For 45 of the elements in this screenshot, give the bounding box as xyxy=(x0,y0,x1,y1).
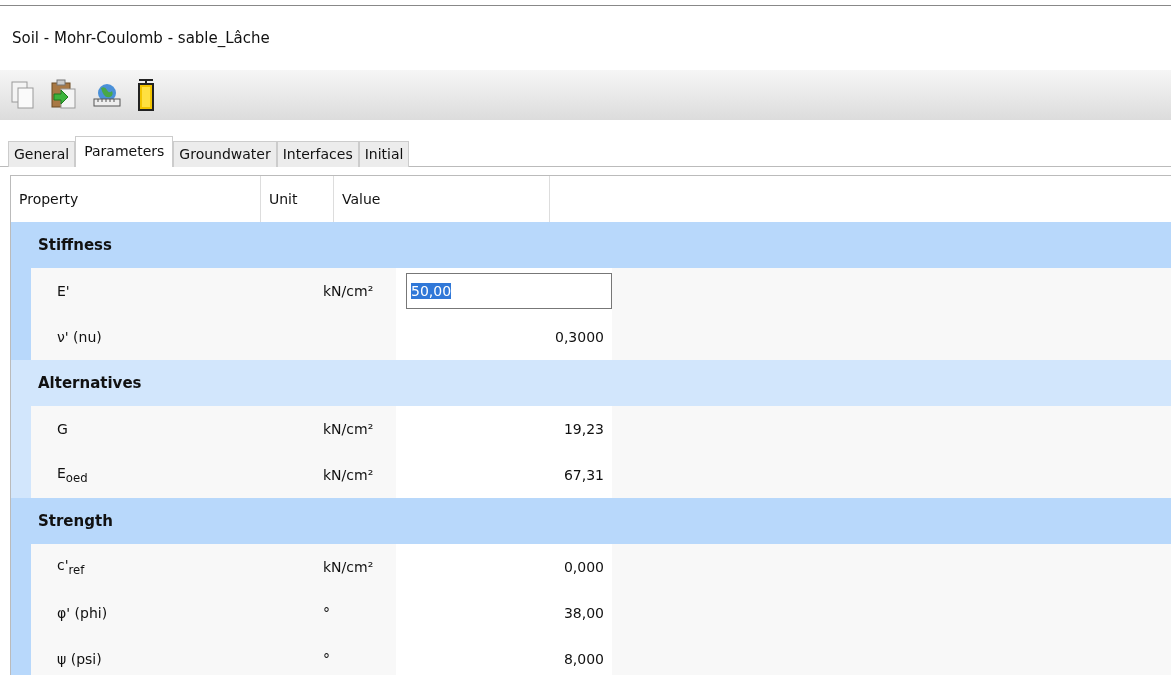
unit-cell-text: kN/cm² xyxy=(323,466,375,485)
tab[interactable]: Initial xyxy=(358,141,410,167)
cylinder-icon[interactable] xyxy=(136,78,156,112)
value-cell: 0,3000 xyxy=(396,314,612,360)
table-row[interactable]: ψ (psi) ° 8,000 xyxy=(11,636,1171,675)
table-row[interactable]: c'$_{ref}$ kN/cm² 0,000 xyxy=(11,544,1171,590)
tab[interactable]: General xyxy=(8,141,76,167)
table-row[interactable]: ν' (nu) 0,3000 xyxy=(11,314,1171,360)
group-title: Stiffness xyxy=(38,236,112,254)
value-cell: 0,000 xyxy=(396,544,612,590)
table-row[interactable]: E$_{oed}$ kN/cm² 67,31 xyxy=(11,452,1171,498)
property-cell-text: ν' (nu) xyxy=(56,328,103,347)
unit-cell-text: kN/cm² xyxy=(323,558,375,577)
group-indent-bar xyxy=(11,452,31,498)
group-title: Strength xyxy=(38,512,113,530)
value-field[interactable]: 50,00 xyxy=(396,268,612,314)
tab[interactable]: Interfaces xyxy=(276,141,359,167)
unit-cell-text: ° xyxy=(323,604,331,623)
property-cell-text: G xyxy=(56,420,69,439)
group-indent-bar xyxy=(11,636,31,675)
table-row[interactable]: φ' (phi) ° 38,00 xyxy=(11,590,1171,636)
group-header[interactable]: Stiffness xyxy=(11,222,1171,268)
value-cell: 8,000 xyxy=(396,636,612,675)
unit-cell-text: ° xyxy=(323,650,331,669)
property-cell-text: E' xyxy=(56,282,71,301)
property-cell-text: ψ (psi) xyxy=(56,650,103,669)
property-cell-text: c'$_{ref}$ xyxy=(56,556,86,579)
group-header[interactable]: Strength xyxy=(11,498,1171,544)
property-cell-text: E$_{oed}$ xyxy=(56,464,89,487)
table-row[interactable]: G kN/cm² 19,23 xyxy=(11,406,1171,452)
property-cell-text: φ' (phi) xyxy=(56,604,109,623)
globe-ruler-icon[interactable] xyxy=(92,82,122,108)
value-cell: 38,00 xyxy=(396,590,612,636)
clipboard-icon[interactable] xyxy=(50,79,78,111)
value-cell: 19,23 xyxy=(396,406,612,452)
unit-cell-text: kN/cm² xyxy=(323,282,375,301)
unit-cell-text: kN/cm² xyxy=(323,420,375,439)
tab[interactable]: Groundwater xyxy=(173,141,277,167)
table-row[interactable]: E' kN/cm² 50,00 xyxy=(11,268,1171,314)
group-title: Alternatives xyxy=(38,374,142,392)
group-indent-bar xyxy=(11,314,31,360)
value-cell: 67,31 xyxy=(396,452,612,498)
group-header[interactable]: Alternatives xyxy=(11,360,1171,406)
window-title: Soil - Mohr-Coulomb - sable_Lâche xyxy=(12,29,270,47)
tab[interactable]: Parameters xyxy=(75,136,174,167)
